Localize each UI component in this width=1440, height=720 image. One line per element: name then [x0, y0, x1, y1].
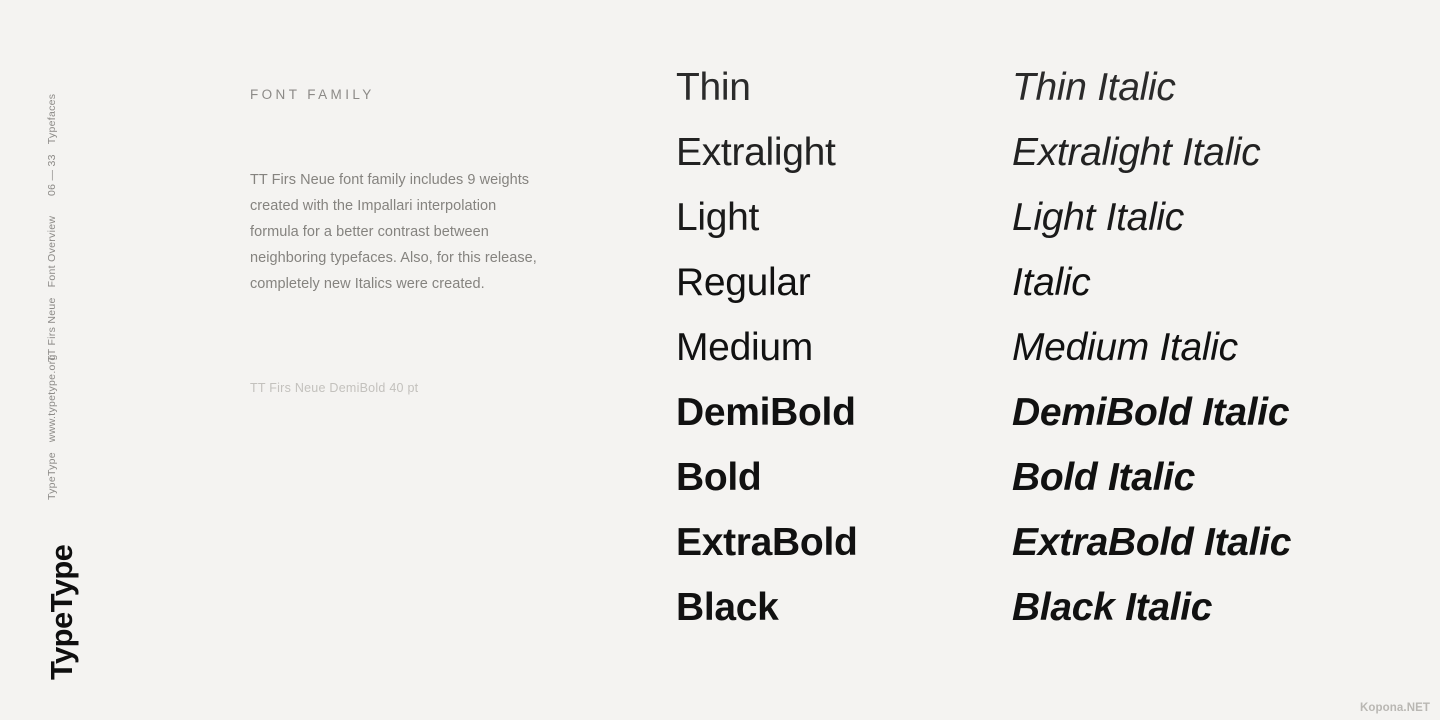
weight-name-extralight: Extralight: [676, 131, 836, 174]
weight-name-demibold-italic: DemiBold Italic: [1012, 391, 1290, 434]
weight-name-demibold: DemiBold: [676, 391, 856, 434]
weight-name-black: Black: [676, 586, 779, 629]
weight-name-extrabold: ExtraBold: [676, 521, 858, 564]
side-rail: 06 — 33 Typefaces TT Firs Neue Font Over…: [0, 0, 200, 720]
description-paragraph: TT Firs Neue font family includes 9 weig…: [250, 172, 537, 292]
specimen-row: ExtraBold ExtraBold Italic: [676, 521, 1440, 586]
specimen-row: DemiBold DemiBold Italic: [676, 391, 1440, 456]
rail-block-section: 06 — 33 Typefaces: [46, 94, 59, 196]
weight-specimen-grid: Thin Thin Italic Extralight Extralight I…: [676, 66, 1440, 666]
weight-name-regular-italic: Italic: [1012, 261, 1091, 304]
weight-name-black-italic: Black Italic: [1012, 586, 1213, 629]
section-heading: FONT FAMILY: [250, 87, 375, 102]
specimen-row: Regular Italic: [676, 261, 1440, 326]
specimen-row: Bold Bold Italic: [676, 456, 1440, 521]
weight-name-bold: Bold: [676, 456, 762, 499]
rail-foundry-url: www.typetype.org: [46, 354, 58, 443]
rail-block-foundry: TypeType www.typetype.org: [46, 354, 59, 500]
specimen-row: Medium Medium Italic: [676, 326, 1440, 391]
rail-block-document: TT Firs Neue Font Overview: [46, 216, 59, 362]
description-column: FONT FAMILY TT Firs Neue font family inc…: [250, 85, 550, 395]
weight-name-extrabold-italic: ExtraBold Italic: [1012, 521, 1292, 564]
specimen-row: Extralight Extralight Italic: [676, 131, 1440, 196]
specimen-page: 06 — 33 Typefaces TT Firs Neue Font Over…: [0, 0, 1440, 720]
weight-name-regular: Regular: [676, 261, 811, 304]
weight-name-medium-italic: Medium Italic: [1012, 326, 1238, 369]
typetype-logo: TypeType: [44, 544, 79, 680]
weight-name-thin: Thin: [676, 66, 751, 109]
rail-section-label: Typefaces: [46, 93, 58, 145]
weight-name-light-italic: Light Italic: [1012, 196, 1184, 239]
rail-section-number: 06 — 33: [46, 154, 58, 196]
specimen-caption: TT Firs Neue DemiBold 40 pt: [250, 381, 419, 395]
weight-name-extralight-italic: Extralight Italic: [1012, 131, 1261, 174]
site-watermark: Kopona.NET: [1360, 702, 1430, 714]
specimen-row: Thin Thin Italic: [676, 66, 1440, 131]
specimen-row: Light Light Italic: [676, 196, 1440, 261]
weight-name-thin-italic: Thin Italic: [1012, 66, 1176, 109]
weight-name-light: Light: [676, 196, 760, 239]
weight-name-bold-italic: Bold Italic: [1012, 456, 1196, 499]
rail-font-name: TT Firs Neue: [46, 297, 58, 362]
specimen-row: Black Black Italic: [676, 586, 1440, 651]
weight-name-medium: Medium: [676, 326, 813, 369]
rail-foundry-name: TypeType: [46, 452, 58, 500]
rail-document-title: Font Overview: [46, 215, 58, 288]
